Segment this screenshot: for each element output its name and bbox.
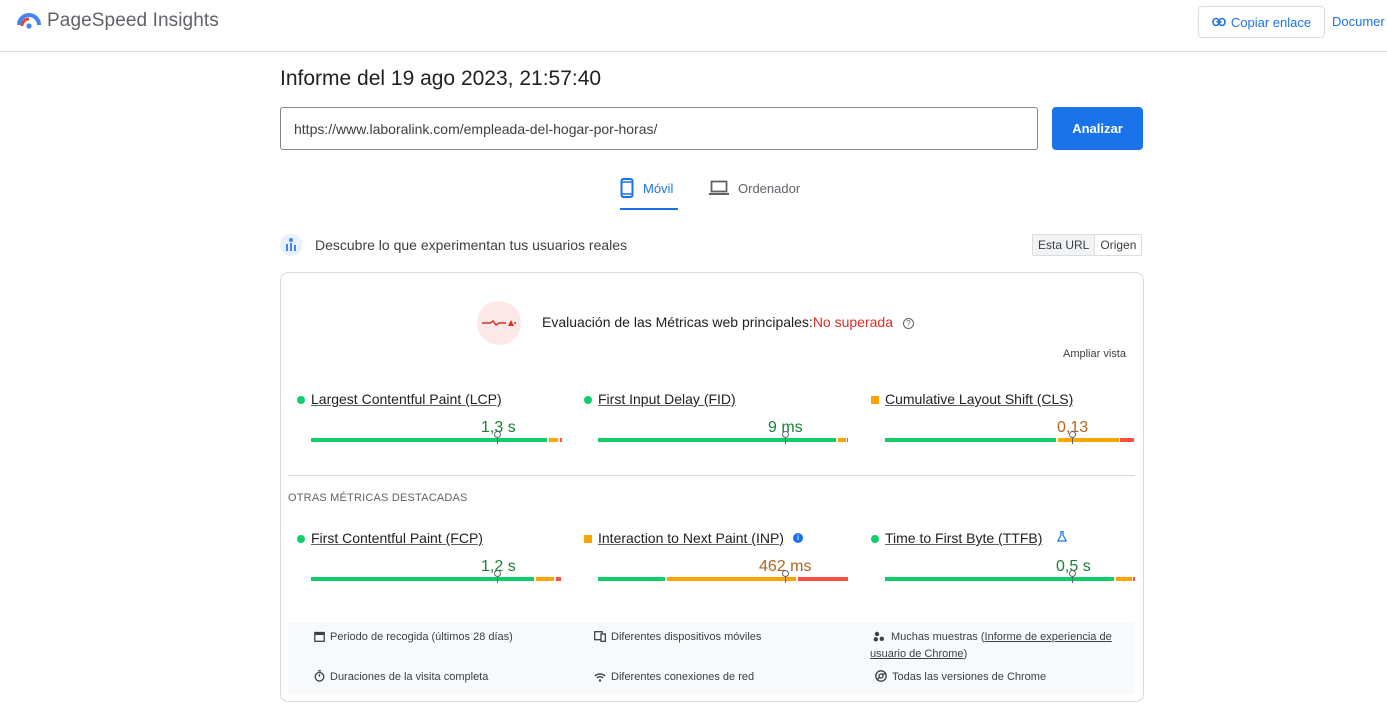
divider: [288, 475, 1135, 476]
value-marker: [1069, 570, 1076, 583]
analyze-button[interactable]: Analizar: [1052, 107, 1143, 150]
collection-period: Periodo de recogida (últimos 28 días): [314, 629, 513, 646]
chrome-icon: [875, 670, 887, 682]
metric-name[interactable]: Time to First Byte (TTFB): [885, 530, 1042, 546]
good-status-icon: [297, 396, 305, 404]
good-status-icon: [584, 396, 592, 404]
visit-durations-text: Duraciones de la visita completa: [330, 671, 489, 683]
toggle-origin[interactable]: Origen: [1095, 235, 1141, 255]
metric-name[interactable]: Cumulative Layout Shift (CLS): [885, 391, 1073, 407]
distribution-bar: [598, 577, 848, 581]
top-bar: PageSpeed Insights Copiar enlace Documer: [0, 0, 1387, 52]
field-data-heading: Descubre lo que experimentan tus usuario…: [315, 237, 628, 253]
distribution-bar: [598, 438, 848, 442]
toggle-this-url[interactable]: Esta URL: [1033, 235, 1096, 255]
help-icon[interactable]: ?: [902, 318, 914, 329]
value-marker: [782, 431, 789, 444]
devices-info: Diferentes dispositivos móviles: [594, 629, 761, 646]
distribution-bar: [311, 577, 561, 581]
copy-link-label: Copiar enlace: [1230, 14, 1312, 30]
other-metrics-title: OTRAS MÉTRICAS DESTACADAS: [288, 492, 468, 504]
pagespeed-logo-icon[interactable]: [17, 9, 41, 33]
metric-lcp: Largest Contentful Paint (LCP) 1,3 s: [297, 391, 562, 461]
good-status-icon: [871, 535, 879, 543]
value-marker: [494, 431, 501, 444]
report-title: Informe del 19 ago 2023, 21:57:40: [280, 67, 602, 90]
value-marker: [1069, 431, 1076, 444]
brand-title[interactable]: PageSpeed Insights: [47, 10, 219, 32]
stopwatch-icon: [314, 670, 325, 682]
tab-mobile[interactable]: Móvil: [620, 176, 678, 210]
assessment-failed-icon: [477, 301, 521, 345]
assessment-label: Evaluación de las Métricas web principal…: [542, 314, 813, 330]
chrome-versions-text: Todas las versiones de Chrome: [892, 671, 1047, 683]
collection-period-text: Periodo de recogida (últimos 28 días): [330, 631, 513, 643]
average-status-icon: [871, 396, 879, 404]
info-icon[interactable]: i: [793, 533, 803, 543]
tab-mobile-label: Móvil: [643, 181, 674, 196]
tab-desktop-label: Ordenador: [738, 181, 801, 196]
metric-name[interactable]: First Input Delay (FID): [598, 391, 736, 407]
mobile-phone-icon: [620, 178, 634, 198]
distribution-bar: [311, 438, 562, 442]
laptop-icon: [709, 180, 729, 195]
metric-name[interactable]: Largest Contentful Paint (LCP): [311, 391, 502, 407]
link-icon: [1212, 17, 1226, 27]
good-status-icon: [297, 535, 305, 543]
metric-inp: Interaction to Next Paint (INP) i 462 ms: [584, 530, 848, 600]
wifi-icon: [594, 673, 606, 682]
url-origin-toggle: Esta URL Origen: [1032, 234, 1143, 256]
metric-fid: First Input Delay (FID) 9 ms: [584, 391, 848, 461]
calendar-icon: [314, 631, 325, 642]
samples-icon: [873, 631, 884, 642]
metric-name[interactable]: Interaction to Next Paint (INP): [598, 530, 784, 546]
core-web-vitals-assessment: Evaluación de las Métricas web principal…: [542, 314, 914, 330]
chrome-versions: Todas las versiones de Chrome: [875, 669, 1046, 686]
metric-fcp: First Contentful Paint (FCP) 1,2 s: [297, 530, 561, 600]
metric-cls: Cumulative Layout Shift (CLS) 0,13: [871, 391, 1135, 461]
distribution-bar: [885, 577, 1135, 581]
samples-text: Muchas muestras (: [891, 631, 985, 643]
url-input[interactable]: https://www.laboralink.com/empleada-del-…: [280, 107, 1038, 150]
url-input-value: https://www.laboralink.com/empleada-del-…: [294, 120, 658, 137]
value-marker: [494, 570, 501, 583]
copy-link-button[interactable]: Copiar enlace: [1198, 6, 1325, 38]
network-connections-text: Diferentes conexiones de red: [611, 671, 755, 683]
docs-link[interactable]: Documer: [1332, 14, 1385, 29]
network-connections: Diferentes conexiones de red: [594, 669, 754, 686]
assessment-result: No superada: [812, 314, 893, 330]
metric-name-text: Interaction to Next Paint (INP): [598, 530, 784, 546]
average-status-icon: [584, 535, 592, 543]
samples-suffix: ): [963, 648, 968, 660]
experimental-flask-icon[interactable]: [1057, 531, 1067, 542]
devices-text: Diferentes dispositivos móviles: [611, 631, 762, 643]
metric-name[interactable]: First Contentful Paint (FCP): [311, 530, 483, 546]
tab-desktop[interactable]: Ordenador: [709, 176, 800, 210]
devices-icon: [594, 631, 606, 642]
distribution-bar: [885, 438, 1135, 442]
expand-view-link[interactable]: Ampliar vista: [1063, 348, 1126, 360]
metric-ttfb: Time to First Byte (TTFB) 0,5 s: [871, 530, 1135, 600]
value-marker: [782, 570, 789, 583]
samples-info: Muchas muestras (Informe de experiencia …: [870, 629, 1130, 663]
users-data-icon: [280, 234, 302, 256]
visit-durations: Duraciones de la visita completa: [314, 669, 488, 686]
